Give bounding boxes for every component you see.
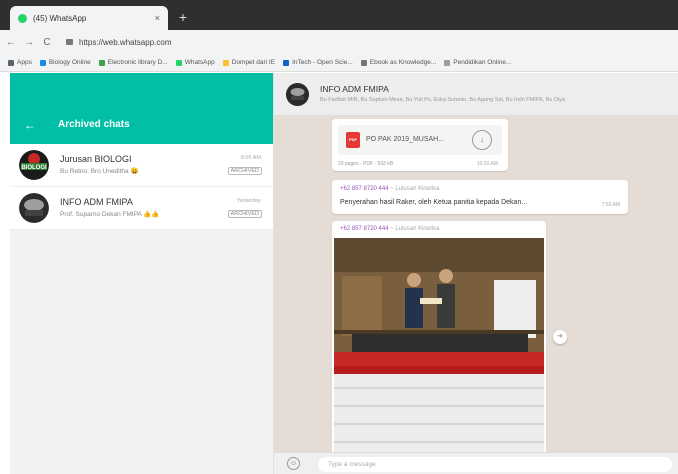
message-sender: +62 857 8720 444 ~ Lulusan Kinetika bbox=[340, 186, 439, 192]
conversation-name: INFO ADM FMIPA bbox=[320, 84, 389, 94]
bookmark-label: Electronic library D... bbox=[107, 59, 168, 66]
bookmarks-bar: Apps Biology Online Electronic library D..… bbox=[0, 54, 678, 72]
bookmark-label: Dompet dari IE bbox=[231, 59, 276, 66]
new-tab-button[interactable]: + bbox=[174, 8, 192, 26]
bookmark-favicon-icon bbox=[8, 59, 14, 66]
bookmark-favicon-icon bbox=[98, 59, 105, 66]
chat-name: Jurusan BIOLOGI bbox=[60, 154, 132, 164]
archived-badge: ARCHIVED bbox=[227, 210, 262, 218]
chat-preview: Bu Retno: Bro Uneditha 😀 bbox=[60, 168, 139, 175]
tab-bar: (45) WhatsApp × + bbox=[0, 0, 678, 30]
bookmark-item[interactable]: Dompet dari IE bbox=[222, 59, 276, 66]
bookmark-favicon-icon bbox=[283, 59, 290, 66]
bookmark-item[interactable]: Electronic library D... bbox=[98, 59, 168, 66]
bookmark-favicon-icon bbox=[360, 59, 367, 66]
bookmark-item[interactable]: Pendidikan Online... bbox=[444, 59, 511, 66]
document-filename: PO PAK 2019_MUSAH... bbox=[366, 136, 445, 143]
svg-text:BIOLOGI: BIOLOGI bbox=[21, 165, 47, 171]
event-photo[interactable] bbox=[334, 238, 544, 474]
bookmark-label: WhatsApp bbox=[184, 59, 215, 66]
chat-time: Yesterday bbox=[236, 198, 261, 204]
bookmark-item[interactable]: Apps bbox=[8, 59, 32, 66]
message-time: 7:50 AM bbox=[601, 202, 620, 208]
archived-badge: ARCHIVED bbox=[227, 167, 262, 175]
archived-header: ← Archived chats bbox=[10, 73, 273, 144]
browser-window: (45) WhatsApp × + ← → C https://web.what… bbox=[0, 0, 678, 474]
text-message: +62 857 8720 444 ~ Lulusan Kinetika Peny… bbox=[332, 180, 628, 214]
address-bar: ← → C https://web.whatsapp.com bbox=[0, 30, 678, 54]
bookmark-item[interactable]: Ebook as Knowledge... bbox=[360, 59, 437, 66]
group-avatar bbox=[286, 83, 309, 106]
browser-tab[interactable]: (45) WhatsApp × bbox=[10, 6, 168, 30]
conversation-members: Bu Fadilah MIB, Bu Saptuni Mesa, Bu Yuli… bbox=[320, 97, 565, 103]
bookmark-item[interactable]: WhatsApp bbox=[175, 59, 215, 66]
bookmark-label: Ebook as Knowledge... bbox=[369, 59, 437, 66]
bookmark-item[interactable]: Biology Online bbox=[39, 59, 91, 66]
back-button[interactable]: ← bbox=[4, 37, 18, 48]
bookmark-label: Pendidikan Online... bbox=[453, 59, 512, 66]
conversation-header[interactable]: INFO ADM FMIPA Bu Fadilah MIB, Bu Saptun… bbox=[274, 73, 678, 116]
lock-icon bbox=[66, 39, 73, 45]
reload-button[interactable]: C bbox=[40, 37, 54, 48]
bookmark-favicon-icon bbox=[39, 59, 46, 66]
chat-time: 8:05 AM bbox=[240, 155, 261, 161]
bookmark-favicon-icon bbox=[222, 59, 229, 66]
archived-title: Archived chats bbox=[58, 119, 130, 130]
bookmark-label: Apps bbox=[17, 59, 32, 66]
bookmark-item[interactable]: InTech - Open Scie... bbox=[283, 59, 353, 66]
message-time: 10:30 AM bbox=[476, 161, 498, 167]
document-attachment[interactable]: PDF PO PAK 2019_MUSAH... ↓ bbox=[338, 125, 502, 155]
bookmark-favicon-icon bbox=[444, 59, 451, 66]
arrow-left-icon[interactable]: ← bbox=[24, 118, 36, 132]
pdf-file-icon: PDF bbox=[346, 132, 360, 148]
image-message: +62 857 8720 444 ~ Lulusan Kinetika bbox=[332, 221, 546, 474]
chat-preview: Prof. Suparno Dekan FMIPA 👍👍 bbox=[60, 211, 160, 218]
forward-button[interactable]: → bbox=[22, 37, 36, 48]
sender-number[interactable]: +62 857 8720 444 bbox=[340, 226, 389, 232]
bookmark-label: InTech - Open Scie... bbox=[292, 59, 353, 66]
message-composer: ☺ bbox=[274, 452, 678, 474]
chat-item-info-adm-fmipa[interactable]: INFO ADM FMIPA Prof. Suparno Dekan FMIPA… bbox=[10, 187, 273, 230]
download-icon[interactable]: ↓ bbox=[472, 130, 492, 150]
sender-alias: ~ Lulusan Kinetika bbox=[390, 186, 440, 192]
conversation-pane: INFO ADM FMIPA Bu Fadilah MIB, Bu Saptun… bbox=[274, 73, 678, 474]
chat-item-jurusan-biologi[interactable]: BIOLOGI Jurusan BIOLOGI Bu Retno: Bro Un… bbox=[10, 144, 273, 187]
sender-alias: ~ Lulusan Kinetika bbox=[390, 226, 440, 232]
smiley-icon[interactable]: ☺ bbox=[287, 457, 300, 470]
tab-close-icon[interactable]: × bbox=[155, 13, 160, 23]
document-message: PDF PO PAK 2019_MUSAH... ↓ 20 pages · PD… bbox=[332, 119, 508, 171]
group-avatar: BIOLOGI bbox=[19, 150, 49, 180]
sidebar: ← Archived chats BIOLOGI Jurusan BIOLOGI… bbox=[10, 73, 274, 474]
forward-icon[interactable]: ➜ bbox=[553, 330, 567, 344]
whatsapp-favicon-icon bbox=[18, 13, 27, 23]
bookmark-favicon-icon bbox=[175, 59, 182, 66]
chat-name: INFO ADM FMIPA bbox=[60, 197, 133, 207]
group-avatar bbox=[19, 193, 49, 223]
message-sender: +62 857 8720 444 ~ Lulusan Kinetika bbox=[340, 226, 439, 232]
message-input[interactable] bbox=[318, 457, 672, 472]
tab-title: (45) WhatsApp bbox=[33, 13, 87, 23]
message-text: Penyerahan hasil Raker, oleh Ketua panit… bbox=[340, 199, 528, 206]
sender-number[interactable]: +62 857 8720 444 bbox=[340, 186, 389, 192]
url-field[interactable]: https://web.whatsapp.com bbox=[66, 38, 172, 47]
document-meta: 20 pages · PDF · 593 kB bbox=[338, 161, 394, 167]
url-text: https://web.whatsapp.com bbox=[79, 37, 172, 47]
bookmark-label: Biology Online bbox=[48, 59, 91, 66]
